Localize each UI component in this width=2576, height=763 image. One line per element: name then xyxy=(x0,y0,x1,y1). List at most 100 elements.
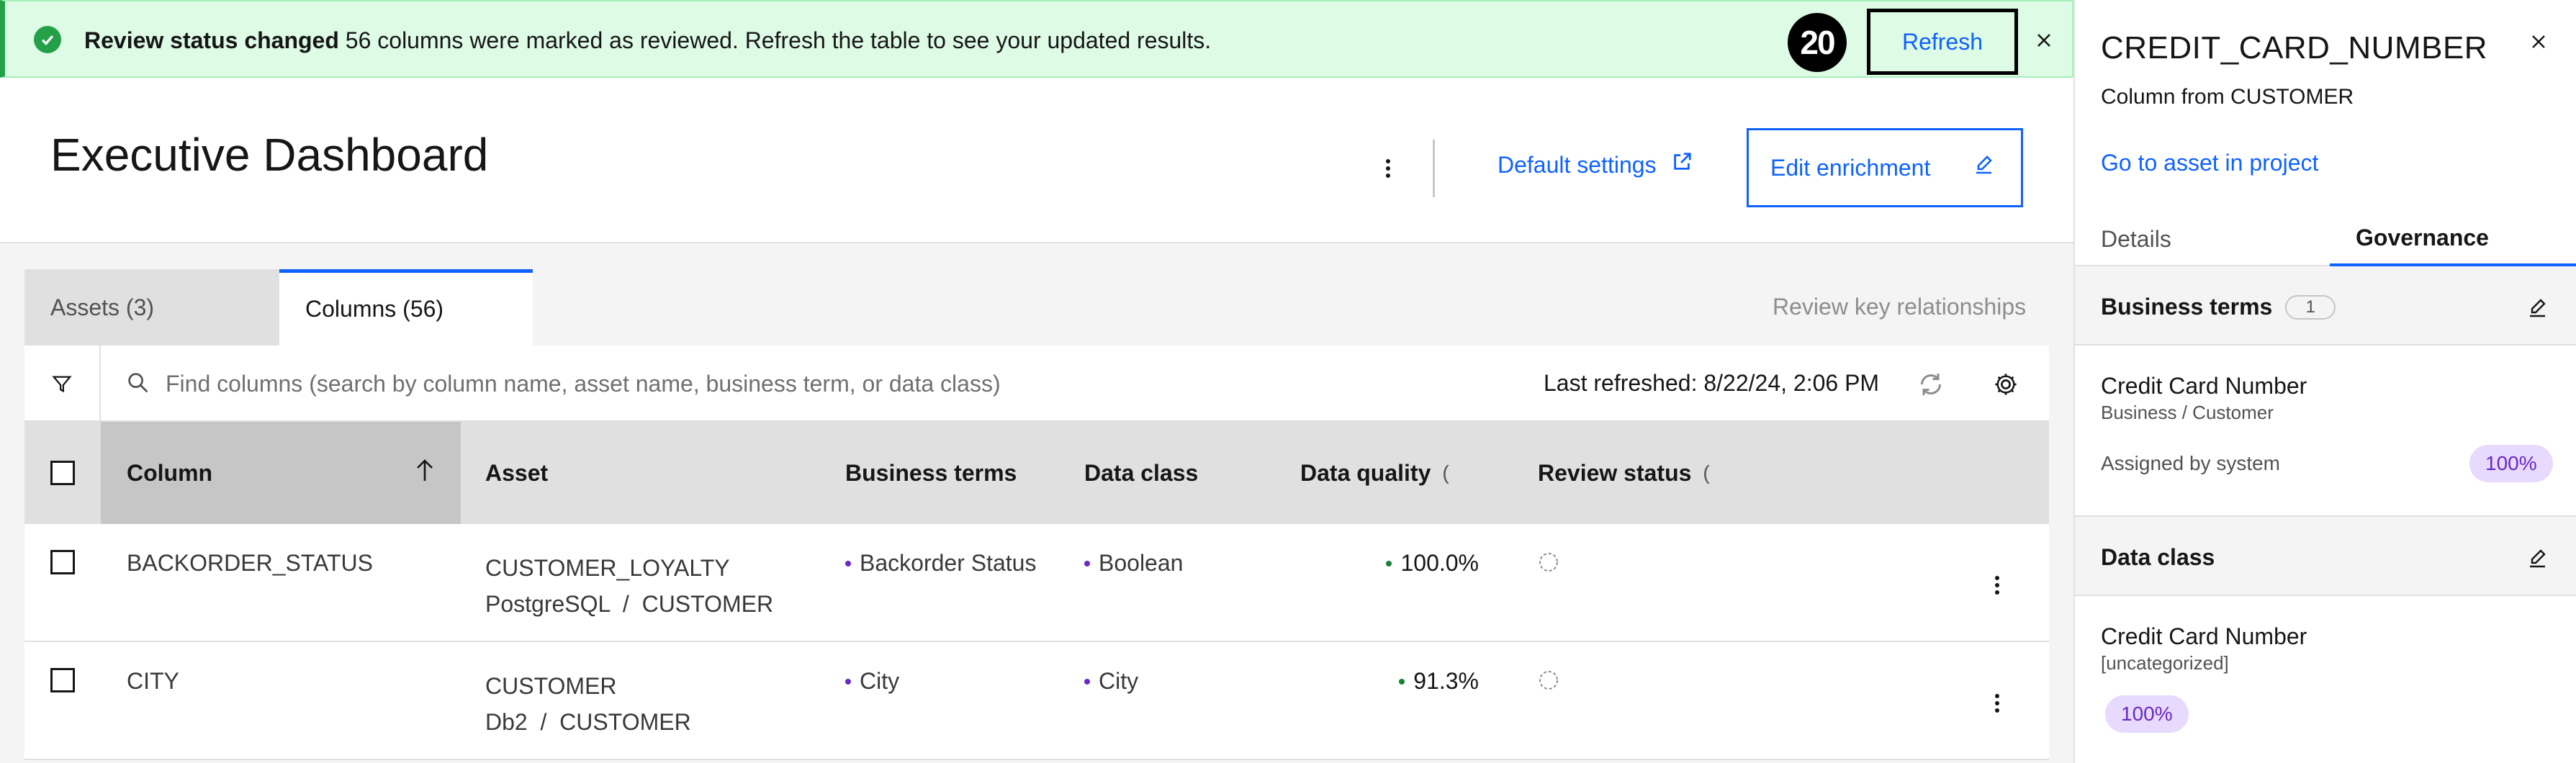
default-settings-label: Default settings xyxy=(1498,151,1657,178)
panel-title: CREDIT_CARD_NUMBER xyxy=(2101,30,2488,66)
last-refreshed-text: Last refreshed: 8/22/24, 2:06 PM xyxy=(1544,370,1880,396)
refresh-button[interactable]: Refresh xyxy=(1867,9,2018,75)
column-header-review-status[interactable]: Review status ( xyxy=(1538,422,1710,524)
info-icon[interactable]: ( xyxy=(1442,461,1449,484)
data-class: City xyxy=(1099,668,1139,694)
data-class-section-header: Data class xyxy=(2075,517,2576,596)
tab-details[interactable]: Details xyxy=(2101,212,2317,266)
column-header-column[interactable]: Column xyxy=(101,422,461,524)
asset-name: CUSTOMER xyxy=(485,673,617,699)
business-term: Backorder Status xyxy=(860,550,1037,576)
row-overflow-menu-icon[interactable] xyxy=(1983,567,2012,603)
business-terms-title: Business terms 1 xyxy=(2101,294,2336,320)
review-key-relationships-link[interactable]: Review key relationships xyxy=(1773,294,2026,320)
business-terms-section-header: Business terms 1 xyxy=(2075,266,2576,346)
filter-icon[interactable] xyxy=(24,346,101,422)
column-header-asset[interactable]: Asset xyxy=(485,422,548,524)
step-badge: 20 xyxy=(1788,13,1847,72)
table-toolbar: Last refreshed: 8/22/24, 2:06 PM xyxy=(24,346,2049,422)
data-class-title: Data class xyxy=(2101,544,2215,570)
table-row[interactable]: BACKORDER_STATUS CUSTOMER_LOYALTY Postgr… xyxy=(24,524,2049,642)
data-class-name[interactable]: Credit Card Number xyxy=(2101,623,2307,650)
overflow-menu-icon[interactable] xyxy=(1374,147,1402,190)
data-class: Boolean xyxy=(1099,550,1184,576)
count-badge: 1 xyxy=(2285,294,2336,320)
gear-icon[interactable] xyxy=(1986,364,2026,405)
details-side-panel: CREDIT_CARD_NUMBER Column from CUSTOMER … xyxy=(2073,0,2576,763)
edit-enrichment-button[interactable]: Edit enrichment xyxy=(1747,128,2023,207)
tab-assets[interactable]: Assets (3) xyxy=(24,269,279,346)
business-terms-label: Business terms xyxy=(2101,294,2273,320)
column-header-business-terms[interactable]: Business terms xyxy=(845,422,1017,524)
status-dot-icon xyxy=(1084,560,1090,566)
success-notification: Review status changed 56 columns were ma… xyxy=(0,0,2073,78)
data-class-cell: City xyxy=(1084,668,1138,695)
data-quality-cell: 91.3% xyxy=(1300,668,1479,695)
review-status-pending-icon xyxy=(1536,550,1561,580)
asset-source: Db2 / CUSTOMER xyxy=(485,709,691,735)
data-class-category: [uncategorized] xyxy=(2101,652,2229,674)
notification-title: Review status changed xyxy=(84,27,339,53)
table-row[interactable]: CITY CUSTOMER Db2 / CUSTOMER City City 9… xyxy=(24,642,2049,760)
column-header-label: Column xyxy=(127,459,213,486)
page-header: Executive Dashboard Default settings Edi… xyxy=(0,78,2073,243)
notification-message: 56 columns were marked as reviewed. Refr… xyxy=(345,27,1212,53)
launch-icon xyxy=(1671,151,1693,179)
status-dot-icon xyxy=(1386,560,1392,566)
main-area: Review status changed 56 columns were ma… xyxy=(0,0,2073,763)
review-status-pending-icon xyxy=(1536,668,1561,698)
status-dot-icon xyxy=(845,560,851,566)
go-to-asset-link[interactable]: Go to asset in project xyxy=(2101,150,2318,176)
close-icon[interactable] xyxy=(2027,23,2061,58)
search-icon xyxy=(125,370,151,399)
header-divider xyxy=(1433,140,1435,197)
edit-icon xyxy=(1972,153,1995,182)
business-term: City xyxy=(860,668,900,694)
status-dot-icon xyxy=(845,678,851,685)
checkmark-circle-icon xyxy=(34,26,61,53)
confidence-tag: 100% xyxy=(2105,695,2189,733)
notification-text: Review status changed 56 columns were ma… xyxy=(84,27,1211,53)
row-checkbox[interactable] xyxy=(50,668,75,692)
default-settings-link[interactable]: Default settings xyxy=(1498,151,1693,179)
edit-icon[interactable] xyxy=(2520,541,2554,576)
sync-icon[interactable] xyxy=(1911,364,1951,405)
column-name: BACKORDER_STATUS xyxy=(127,550,373,576)
business-term-name[interactable]: Credit Card Number xyxy=(2101,373,2307,399)
business-term-cell: Backorder Status xyxy=(845,550,1036,577)
data-quality-header-label: Data quality xyxy=(1300,459,1431,486)
edit-icon[interactable] xyxy=(2520,291,2554,325)
asset-source: PostgreSQL / CUSTOMER xyxy=(485,591,774,617)
data-quality-value: 91.3% xyxy=(1413,668,1479,694)
table-header: Column Asset Business terms Data class D… xyxy=(24,422,2049,524)
panel-subtitle: Column from CUSTOMER xyxy=(2101,85,2354,109)
data-quality-cell: 100.0% xyxy=(1300,550,1479,577)
info-icon[interactable]: ( xyxy=(1703,461,1709,484)
business-term-path: Business / Customer xyxy=(2101,402,2274,423)
status-dot-icon xyxy=(1399,678,1405,685)
content-tabs: Assets (3) Columns (56) xyxy=(24,269,533,346)
data-class-cell: Boolean xyxy=(1084,550,1183,577)
row-overflow-menu-icon[interactable] xyxy=(1983,685,2012,721)
select-all-cell xyxy=(24,422,101,524)
row-select-cell xyxy=(50,668,75,692)
arrow-up-icon xyxy=(415,458,435,488)
column-header-data-quality[interactable]: Data quality ( xyxy=(1300,422,1449,524)
asset-cell: CUSTOMER Db2 / CUSTOMER xyxy=(485,668,691,740)
business-term-cell: City xyxy=(845,668,899,695)
asset-name: CUSTOMER_LOYALTY xyxy=(485,555,730,581)
select-all-checkbox[interactable] xyxy=(50,461,75,485)
confidence-tag: 100% xyxy=(2469,445,2553,482)
page-title: Executive Dashboard xyxy=(50,129,489,181)
row-checkbox[interactable] xyxy=(50,550,75,574)
review-status-header-label: Review status xyxy=(1538,459,1692,486)
edit-enrichment-label: Edit enrichment xyxy=(1770,154,1931,181)
tab-columns[interactable]: Columns (56) xyxy=(279,269,533,346)
panel-tabs: Details Governance xyxy=(2075,212,2576,266)
status-dot-icon xyxy=(1084,678,1090,685)
column-header-data-class[interactable]: Data class xyxy=(1084,422,1198,524)
asset-cell: CUSTOMER_LOYALTY PostgreSQL / CUSTOMER xyxy=(485,550,773,622)
tab-governance[interactable]: Governance xyxy=(2330,212,2576,266)
close-icon[interactable] xyxy=(2521,24,2556,59)
search-input[interactable] xyxy=(166,363,1462,405)
